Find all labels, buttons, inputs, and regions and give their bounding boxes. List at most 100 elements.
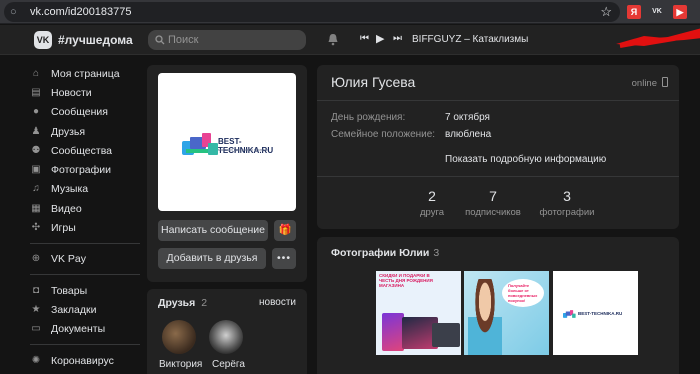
followers-counter[interactable]: 7 подписчиков (458, 188, 528, 218)
home-icon: ⌂ (32, 67, 40, 79)
lock-icon[interactable]: ○ (10, 6, 20, 18)
yandex-extension-icon[interactable]: Я (627, 5, 641, 19)
counter-number: 3 (563, 188, 571, 204)
now-playing-track[interactable]: BIFFGUYZ – Катаклизмы (412, 34, 528, 45)
vk-logo-icon[interactable]: VK (34, 31, 52, 49)
photo-thumbnail[interactable]: Получайте больше от повседневных покупок… (464, 271, 549, 355)
bookmark-star-icon[interactable]: ☆ (600, 4, 612, 20)
document-icon: ▭ (31, 323, 41, 335)
birthday-value[interactable]: 7 октября (445, 112, 490, 123)
sidebar-item-music[interactable]: ♫ Музыка (30, 180, 150, 199)
sidebar-item-photos[interactable]: ▣ Фотографии (30, 160, 150, 179)
sidebar-divider (30, 343, 140, 345)
sidebar-item-coronavirus[interactable]: ✺ Коронавирус (30, 351, 150, 370)
friend-name[interactable]: Серёга (212, 359, 245, 370)
sidebar-item-documents[interactable]: ▭ Документы (30, 320, 150, 339)
friend-name[interactable]: Виктория (159, 359, 202, 370)
next-track-icon[interactable]: ⏭ (393, 33, 402, 44)
avatar-panel: BEST-TECHNIKA.RU магазин цифровой техник… (147, 65, 307, 282)
sidebar-item-label: Сообщества (51, 144, 112, 157)
news-icon: ▤ (31, 86, 41, 98)
add-friend-button[interactable]: Добавить в друзья (158, 248, 266, 269)
search-placeholder: Поиск (168, 34, 199, 46)
more-actions-button[interactable]: ••• (272, 248, 296, 269)
birthday-label: День рождения: (331, 112, 406, 123)
store-logo-icon (182, 133, 218, 155)
photo-thumbnail[interactable]: BEST-TECHNIKA.RU (553, 271, 638, 355)
play-icon[interactable]: ▶ (376, 32, 384, 45)
counters-divider (317, 176, 679, 177)
photo-thumbnail[interactable]: СКИДКИ И ПОДАРКИ В ЧЕСТЬ ДНЯ РОЖДЕНИЯ МА… (376, 271, 461, 355)
friend-avatar[interactable] (209, 320, 243, 354)
profile-avatar[interactable]: BEST-TECHNIKA.RU магазин цифровой техник… (158, 73, 296, 211)
counter-label: фотографии (539, 207, 595, 218)
friends-count: 2 (201, 297, 208, 309)
photos-count: 3 (433, 247, 440, 259)
search-icon (155, 35, 165, 45)
sidebar-item-news[interactable]: ▤ Новости (30, 83, 150, 102)
sidebar-item-bookmarks[interactable]: ★ Закладки (30, 300, 150, 319)
virus-icon: ✺ (31, 354, 41, 366)
sidebar-item-label: Друзья (51, 125, 86, 138)
friends-news-link[interactable]: новости (259, 297, 296, 308)
sidebar-item-communities[interactable]: ⚉ Сообщества (30, 141, 150, 160)
address-url[interactable]: vk.com/id200183775 (30, 5, 132, 19)
video-icon: ▦ (31, 202, 41, 214)
photos-panel: Фотографии Юлии 3 СКИДКИ И ПОДАРКИ В ЧЕСТ… (317, 237, 679, 374)
friend-avatar[interactable] (162, 320, 196, 354)
counter-label: подписчиков (465, 207, 521, 218)
gift-icon: 🎁 (278, 224, 292, 236)
music-icon: ♫ (32, 183, 40, 195)
photos-counter[interactable]: 3 фотографии (532, 188, 602, 218)
photos-title[interactable]: Фотографии Юлии 3 (331, 247, 439, 259)
friends-counter[interactable]: 2 друга (397, 188, 467, 218)
gift-button[interactable]: 🎁 (274, 220, 296, 241)
sidebar-item-label: Коронавирус (51, 354, 114, 367)
sidebar-item-label: Моя страница (51, 67, 120, 80)
sidebar-item-label: Видео (51, 202, 82, 215)
communities-icon: ⚉ (31, 144, 41, 156)
search-input[interactable]: Поиск (148, 30, 306, 50)
previous-track-icon[interactable]: ⏮ (360, 33, 369, 44)
video-extension-icon[interactable]: ▶ (673, 5, 687, 19)
sidebar-item-label: Сообщения (51, 106, 108, 119)
address-bar[interactable]: ○ vk.com/id200183775 ☆ (4, 2, 620, 22)
avatar-brand-text: BEST-TECHNIKA.RU (218, 137, 274, 155)
games-icon: ✣ (31, 222, 41, 234)
bell-icon[interactable] (327, 33, 339, 46)
sidebar-item-goods[interactable]: ◘ Товары (30, 281, 150, 300)
sidebar-item-label: Музыка (51, 183, 89, 196)
sidebar-item-label: VK Pay (51, 253, 87, 266)
left-sidebar: ⌂ Моя страница ▤ Новости ● Сообщения ♟ Д… (30, 64, 150, 370)
sidebar-item-label: Документы (51, 323, 106, 336)
sidebar-item-video[interactable]: ▦ Видео (30, 199, 150, 218)
friends-title-label: Друзья (158, 297, 196, 309)
vkpay-icon: ⊕ (31, 253, 41, 265)
sidebar-item-my-page[interactable]: ⌂ Моя страница (30, 64, 150, 83)
sidebar-divider (30, 273, 140, 275)
mobile-icon (662, 77, 668, 87)
more-dots-icon: ••• (276, 252, 292, 264)
sidebar-item-label: Новости (51, 86, 92, 99)
star-icon: ★ (31, 303, 41, 315)
show-more-info-link[interactable]: Показать подробную информацию (445, 154, 606, 165)
write-message-button[interactable]: Написать сообщение (158, 220, 268, 241)
sidebar-item-vkpay[interactable]: ⊕ VK Pay (30, 250, 150, 269)
info-divider (317, 100, 679, 101)
friends-panel: Друзья 2 новости Виктория Серёга (147, 289, 307, 374)
friends-title[interactable]: Друзья 2 (158, 297, 207, 309)
promo-subtext: Получайте больше от повседневных покупок… (508, 283, 538, 303)
sidebar-item-games[interactable]: ✣ Игры (30, 218, 150, 237)
sidebar-item-label: Фотографии (51, 164, 112, 177)
relationship-label: Семейное положение: (331, 129, 436, 140)
header-hashtag[interactable]: #лучшедома (58, 33, 133, 47)
messages-icon: ● (32, 106, 40, 118)
sidebar-item-messages[interactable]: ● Сообщения (30, 103, 150, 122)
phone-image (382, 313, 404, 351)
vk-extension-icon[interactable]: VK (650, 5, 664, 19)
friend-icon: ♟ (31, 125, 41, 137)
photo-icon: ▣ (31, 164, 41, 176)
photos-title-label: Фотографии Юлии (331, 247, 430, 259)
store-logo-icon (563, 310, 576, 318)
sidebar-item-friends[interactable]: ♟ Друзья (30, 122, 150, 141)
